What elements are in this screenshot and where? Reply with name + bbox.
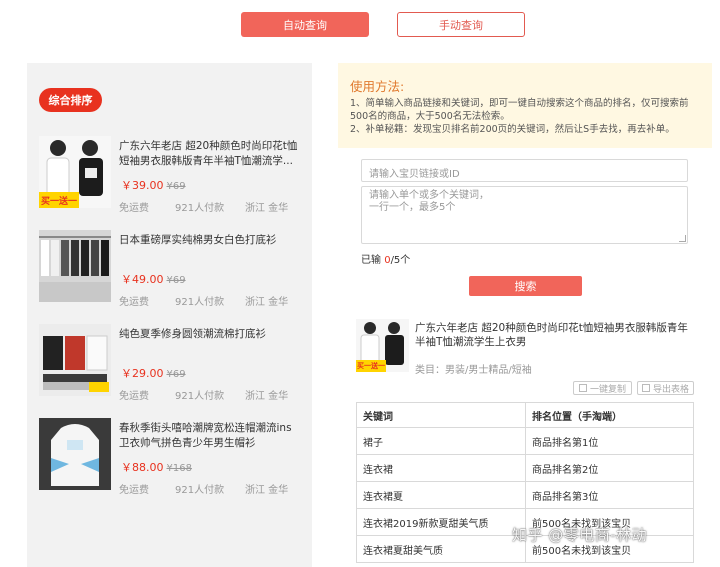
result-product-title: 广东六年老店 超20种颜色时尚印花t恤短袖男衣服韩版青年半袖T恤潮流学生上衣男 <box>415 322 688 348</box>
product-price: ￥49.00 ¥69 <box>121 273 186 286</box>
copy-all-button[interactable]: 一键复制 <box>573 381 632 395</box>
product-meta: 免运费 921人付款 浙江 金华 <box>119 391 289 402</box>
table-row: 连衣裙 商品排名第2位 <box>356 454 694 482</box>
export-icon <box>641 384 650 392</box>
keyword-count: 已输 0/5个 <box>361 255 411 266</box>
promo-badge: 买一送一 <box>357 362 385 370</box>
usage-line: 1、简单输入商品链接和关键词，即可一键自动搜索这个商品的排名，仅可搜索前 <box>350 98 689 109</box>
keyword-cell: 裙子 <box>356 427 526 455</box>
keyword-cell: 连衣裙夏甜美气质 <box>356 535 526 563</box>
export-table-button[interactable]: 导出表格 <box>637 381 694 395</box>
manual-query-tab[interactable]: 手动查询 <box>397 12 525 37</box>
table-header-row: 关键词 排名位置（手淘端） <box>356 402 694 428</box>
product-item[interactable]: 纯色夏季修身圆领潮流棉打底衫 ￥29.00 ¥69 免运费 921人付款 浙江 金华 <box>39 324 304 404</box>
product-price: ￥88.00 ¥168 <box>121 461 192 474</box>
column-header: 排名位置（手淘端） <box>525 402 694 428</box>
rank-cell: 商品排名第2位 <box>525 454 694 482</box>
product-image[interactable] <box>39 418 111 490</box>
product-item[interactable]: 买一送一 广东六年老店 超20种颜色时尚印花t恤短袖男衣服韩版青年半袖T恤潮流学… <box>39 136 304 216</box>
copy-icon <box>578 384 587 392</box>
result-product-image: 买一送一 <box>356 319 409 372</box>
product-list-panel: 综合排序 买一送一 广东六年老店 超20种颜色时尚印花t恤短袖男衣服韩版青年半袖… <box>27 63 312 567</box>
keywords-placeholder: 一行一个，最多5个 <box>369 202 456 213</box>
product-meta: 免运费 921人付款 浙江 金华 <box>119 485 289 496</box>
product-meta: 免运费 921人付款 浙江 金华 <box>119 297 289 308</box>
product-price: ￥29.00 ¥69 <box>121 367 186 380</box>
product-item[interactable]: 春秋季街头嘻哈潮牌宽松连帽潮流ins卫衣帅气拼色青少年男生帽衫 ￥88.00 ¥1… <box>39 418 304 498</box>
table-row: 连衣裙夏 商品排名第3位 <box>356 481 694 509</box>
keyword-cell: 连衣裙 <box>356 454 526 482</box>
watermark: 知乎 @零电商-林动 <box>512 526 648 544</box>
keywords-textarea[interactable]: 请输入单个或多个关键词， 一行一个，最多5个 <box>361 186 688 244</box>
sort-comprehensive-button[interactable]: 综合排序 <box>39 88 102 112</box>
product-title[interactable]: 纯色夏季修身圆领潮流棉打底衫 <box>119 327 299 342</box>
resize-handle[interactable] <box>679 235 686 242</box>
usage-instructions: 使用方法: 1、简单输入商品链接和关键词，即可一键自动搜索这个商品的排名，仅可搜… <box>338 63 712 148</box>
usage-heading: 使用方法: <box>350 79 405 94</box>
auto-query-tab[interactable]: 自动查询 <box>241 12 369 37</box>
keyword-cell: 连衣裙2019新款夏甜美气质 <box>356 508 526 536</box>
product-image[interactable]: 买一送一 <box>39 136 111 208</box>
table-row: 裙子 商品排名第1位 <box>356 427 694 455</box>
product-image[interactable] <box>39 324 111 396</box>
result-category: 类目：男装/男士精品/短袖 <box>415 365 532 376</box>
product-meta: 免运费 921人付款 浙江 金华 <box>119 203 289 214</box>
keywords-placeholder: 请输入单个或多个关键词， <box>369 190 489 201</box>
product-url-input[interactable]: 请输入宝贝链接或ID <box>361 159 688 182</box>
product-item[interactable]: 日本重磅厚实纯棉男女白色打底衫 ￥49.00 ¥69 免运费 921人付款 浙江 金华 <box>39 230 304 310</box>
search-button[interactable]: 搜索 <box>469 276 582 296</box>
product-title[interactable]: 春秋季街头嘻哈潮牌宽松连帽潮流ins卫衣帅气拼色青少年男生帽衫 <box>119 421 299 451</box>
product-price: ￥39.00 ¥69 <box>121 179 186 192</box>
product-title[interactable]: 广东六年老店 超20种颜色时尚印花t恤短袖男衣服韩版青年半袖T恤潮流学... <box>119 139 299 169</box>
usage-line: 500名的商品，大于500名无法检索。 <box>350 111 510 122</box>
rank-cell: 商品排名第1位 <box>525 427 694 455</box>
column-header: 关键词 <box>356 402 526 428</box>
product-image[interactable] <box>39 230 111 302</box>
promo-badge: 买一送一 <box>41 197 78 207</box>
rank-cell: 商品排名第3位 <box>525 481 694 509</box>
usage-line: 2、补单秘籍：发现宝贝排名前200页的关键词，然后让S手去找，再去补单。 <box>350 124 675 135</box>
product-title[interactable]: 日本重磅厚实纯棉男女白色打底衫 <box>119 233 299 248</box>
keyword-cell: 连衣裙夏 <box>356 481 526 509</box>
